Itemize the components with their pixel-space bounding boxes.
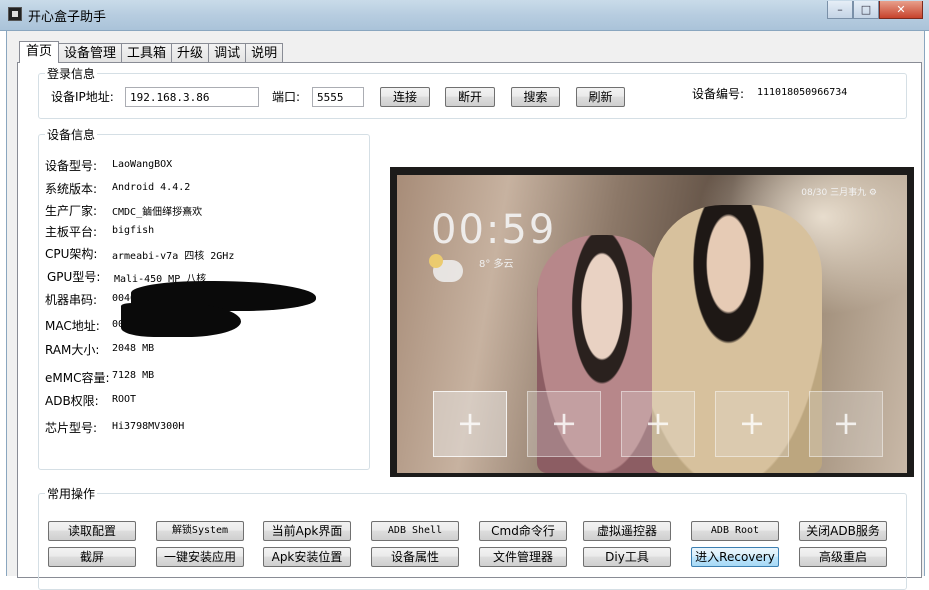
emmc-label: eMMC容量: xyxy=(45,371,110,385)
board-value: bigfish xyxy=(112,225,155,236)
device-properties-button[interactable]: 设备属性 xyxy=(371,547,459,567)
adb-permission-value: ROOT xyxy=(112,394,137,405)
title-bar: 开心盒子助手 – □ ✕ xyxy=(0,0,929,31)
adb-shell-button[interactable]: ADB Shell xyxy=(371,521,459,541)
device-id-value: 111018050966734 xyxy=(757,87,848,98)
serial-label: 机器串码: xyxy=(45,293,98,307)
os-version-label: 系统版本: xyxy=(45,182,98,196)
device-info-group: 设备信息 设备型号: LaoWangBOX 系统版本: Android 4.4.… xyxy=(38,126,370,470)
port-label: 端口: xyxy=(272,90,301,104)
tab-upgrade[interactable]: 升级 xyxy=(171,43,210,62)
device-id-label: 设备编号: xyxy=(692,87,745,101)
tab-home[interactable]: 首页 xyxy=(19,41,60,63)
emmc-value: 7128 MB xyxy=(112,370,155,381)
launcher-add-tile: + xyxy=(527,391,601,457)
launcher-add-tile: + xyxy=(433,391,507,457)
login-group: 登录信息 设备IP地址: 端口: 连接 断开 搜索 刷新 设备编号: 11101… xyxy=(38,65,907,119)
tab-device-management[interactable]: 设备管理 xyxy=(58,43,123,62)
maximize-button[interactable]: □ xyxy=(853,1,879,19)
screen-preview[interactable]: 00:59 8° 多云 08/30 三月事九 ⚙ + + + + + xyxy=(390,167,914,477)
adb-root-button[interactable]: ADB Root xyxy=(691,521,779,541)
launcher-add-tile: + xyxy=(715,391,789,457)
stop-adb-service-button[interactable]: 关闭ADB服务 xyxy=(799,521,887,541)
launcher-add-tile: + xyxy=(809,391,883,457)
model-label: 设备型号: xyxy=(45,159,98,173)
window-controls: – □ ✕ xyxy=(827,1,923,21)
refresh-button[interactable]: 刷新 xyxy=(576,87,625,107)
operations-group-title: 常用操作 xyxy=(45,485,98,502)
manufacturer-label: 生产厂家: xyxy=(45,204,98,218)
weather-icon xyxy=(429,254,463,282)
cpu-label: CPU架构: xyxy=(45,247,98,261)
ip-input[interactable] xyxy=(125,87,259,107)
ram-value: 2048 MB xyxy=(112,343,155,354)
home-tab-page: 登录信息 设备IP地址: 端口: 连接 断开 搜索 刷新 设备编号: 11101… xyxy=(17,62,922,590)
board-label: 主板平台: xyxy=(45,225,98,239)
search-button[interactable]: 搜索 xyxy=(511,87,560,107)
model-value: LaoWangBOX xyxy=(112,159,173,170)
device-screenshot: 00:59 8° 多云 08/30 三月事九 ⚙ + + + + + xyxy=(397,175,907,473)
tab-debug[interactable]: 调试 xyxy=(208,43,247,62)
ip-label: 设备IP地址: xyxy=(51,90,114,104)
tab-help[interactable]: 说明 xyxy=(245,43,284,62)
manufacturer-value: CMDC_鏀佃缂拶熹欢 xyxy=(112,207,203,218)
mac-label: MAC地址: xyxy=(45,319,100,333)
tab-toolbox[interactable]: 工具箱 xyxy=(121,43,173,62)
launcher-clock: 00:59 xyxy=(431,207,557,253)
close-button[interactable]: ✕ xyxy=(879,1,923,19)
cmd-button[interactable]: Cmd命令行 xyxy=(479,521,567,541)
advanced-reboot-button[interactable]: 高级重启 xyxy=(799,547,887,567)
launcher-weather: 8° 多云 xyxy=(479,259,514,270)
enter-recovery-button[interactable]: 进入Recovery xyxy=(691,547,779,567)
redaction-mark xyxy=(121,303,241,337)
operations-group: 常用操作 读取配置 解锁System 当前Apk界面 ADB Shell Cmd… xyxy=(38,485,907,590)
apk-install-location-button[interactable]: Apk安装位置 xyxy=(263,547,351,567)
disconnect-button[interactable]: 断开 xyxy=(445,87,495,107)
screenshot-button[interactable]: 截屏 xyxy=(48,547,136,567)
cpu-value: armeabi-v7a 四核 2GHz xyxy=(112,251,235,262)
virtual-remote-button[interactable]: 虚拟遥控器 xyxy=(583,521,671,541)
minimize-button[interactable]: – xyxy=(827,1,853,19)
file-manager-button[interactable]: 文件管理器 xyxy=(479,547,567,567)
launcher-status: 08/30 三月事九 ⚙ xyxy=(801,188,877,198)
adb-permission-label: ADB权限: xyxy=(45,394,99,408)
connect-button[interactable]: 连接 xyxy=(380,87,430,107)
port-input[interactable] xyxy=(312,87,364,107)
gpu-label: GPU型号: xyxy=(47,270,101,284)
one-click-install-button[interactable]: 一键安装应用 xyxy=(156,547,244,567)
chip-value: Hi3798MV300H xyxy=(112,421,185,432)
current-apk-view-button[interactable]: 当前Apk界面 xyxy=(263,521,351,541)
read-config-button[interactable]: 读取配置 xyxy=(48,521,136,541)
ram-label: RAM大小: xyxy=(45,343,100,357)
chip-label: 芯片型号: xyxy=(45,421,98,435)
os-version-value: Android 4.4.2 xyxy=(112,182,191,193)
diy-tools-button[interactable]: Diy工具 xyxy=(583,547,671,567)
window-title: 开心盒子助手 xyxy=(28,10,107,25)
app-icon xyxy=(8,7,22,21)
device-info-group-title: 设备信息 xyxy=(45,126,98,143)
login-group-title: 登录信息 xyxy=(45,65,98,82)
launcher-add-tile: + xyxy=(621,391,695,457)
tab-strip: 首页 设备管理 工具箱 升级 调试 说明 xyxy=(19,41,284,63)
window-client: 首页 设备管理 工具箱 升级 调试 说明 登录信息 设备IP地址: 端口: 连接… xyxy=(6,31,925,590)
unlock-system-button[interactable]: 解锁System xyxy=(156,521,244,541)
